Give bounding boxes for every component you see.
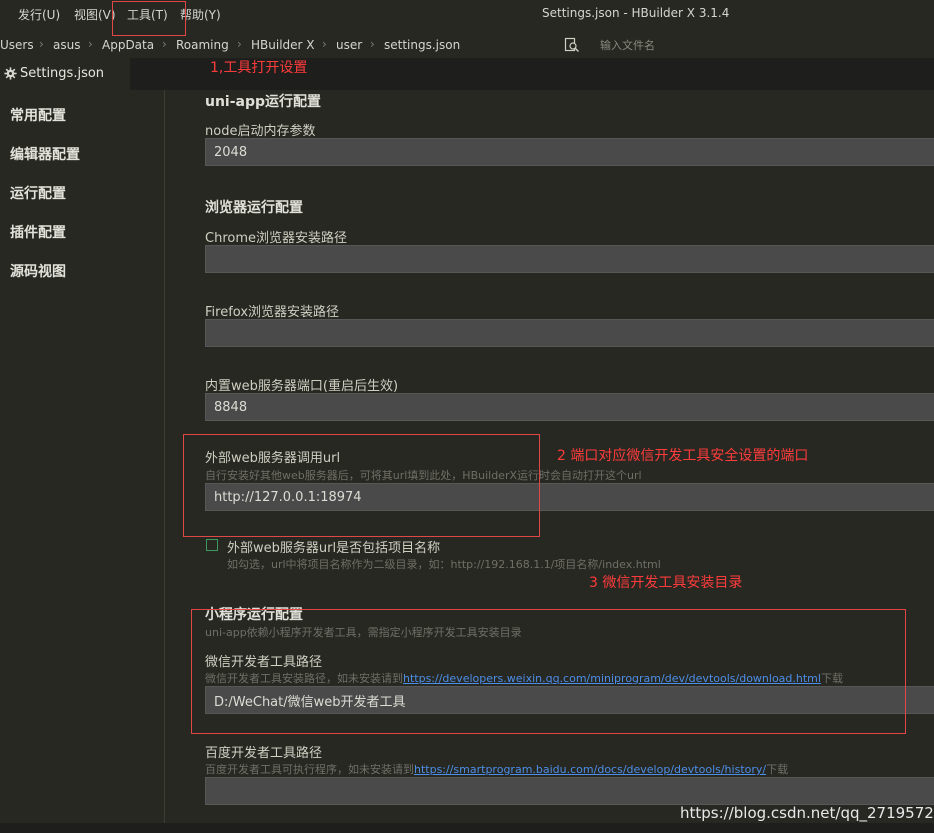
chevron-right-icon: › (39, 37, 44, 51)
baidu-devtools-label: 百度开发者工具路径 (205, 746, 323, 761)
file-search-icon[interactable] (564, 37, 580, 53)
baidu-devtools-desc: 百度开发者工具可执行程序，如未安装请到https://smartprogram.… (205, 761, 788, 777)
baidu-download-link[interactable]: https://smartprogram.baidu.com/docs/deve… (414, 763, 766, 776)
breadcrumb-item[interactable]: settings.json (384, 38, 460, 52)
include-project-name-checkbox[interactable] (206, 539, 218, 551)
chevron-right-icon: › (370, 37, 375, 51)
breadcrumb-item[interactable]: asus (53, 38, 80, 52)
annotation-note-2: 2 端口对应微信开发工具安全设置的端口 (557, 448, 809, 464)
settings-sidebar: 常用配置 编辑器配置 运行配置 插件配置 源码视图 (0, 90, 165, 823)
builtin-port-label: 内置web服务器端口(重启后生效) (205, 379, 399, 394)
include-project-name-label: 外部web服务器url是否包括项目名称 (227, 541, 441, 556)
node-memory-label: node启动内存参数 (205, 124, 316, 139)
menu-publish[interactable]: 发行(U) (18, 6, 60, 23)
section-browser-title: 浏览器运行配置 (205, 200, 303, 216)
breadcrumb-item[interactable]: user (336, 38, 362, 52)
chevron-right-icon: › (237, 37, 242, 51)
status-bar (0, 823, 934, 833)
breadcrumb-item[interactable]: AppData (102, 38, 154, 52)
gear-icon (4, 67, 17, 80)
window-title: Settings.json - HBuilder X 3.1.4 (542, 6, 730, 20)
sidebar-item-source[interactable]: 源码视图 (10, 261, 66, 281)
watermark-text: https://blog.csdn.net/qq_27195727 (680, 804, 934, 822)
annotation-note-3: 3 微信开发工具安装目录 (589, 575, 743, 591)
baidu-desc-text: 百度开发者工具可执行程序，如未安装请到 (205, 763, 414, 776)
menu-view[interactable]: 视图(V) (74, 6, 116, 23)
firefox-path-label: Firefox浏览器安装路径 (205, 305, 340, 320)
tab-label: Settings.json (20, 66, 105, 81)
annotation-note-1: 1,工具打开设置 (210, 60, 308, 76)
breadcrumb-item[interactable]: Roaming (176, 38, 229, 52)
annotation-box-external-url (183, 434, 540, 537)
chevron-right-icon: › (162, 37, 167, 51)
chevron-right-icon: › (88, 37, 93, 51)
sidebar-item-run[interactable]: 运行配置 (10, 183, 66, 203)
tab-settings-json[interactable]: Settings.json (0, 58, 130, 90)
breadcrumb-item[interactable]: Users (0, 38, 34, 52)
baidu-desc-suffix: 下载 (766, 763, 789, 776)
node-memory-input[interactable] (205, 138, 934, 166)
sidebar-item-common[interactable]: 常用配置 (10, 105, 66, 125)
tab-strip: Settings.json (0, 58, 934, 90)
sidebar-item-plugins[interactable]: 插件配置 (10, 222, 66, 242)
annotation-box-wechat-path (191, 609, 906, 734)
chevron-right-icon: › (322, 37, 327, 51)
annotation-box-tools-menu (112, 1, 186, 36)
sidebar-item-editor[interactable]: 编辑器配置 (10, 144, 80, 164)
builtin-port-input[interactable] (205, 393, 934, 421)
breadcrumb-item[interactable]: HBuilder X (251, 38, 315, 52)
baidu-devtools-input[interactable] (205, 777, 934, 805)
section-uniapp-title: uni-app运行配置 (205, 94, 322, 110)
chrome-path-label: Chrome浏览器安装路径 (205, 231, 347, 246)
firefox-path-input[interactable] (205, 319, 934, 347)
file-search-input[interactable] (592, 35, 934, 55)
menu-help[interactable]: 帮助(Y) (180, 6, 221, 23)
chrome-path-input[interactable] (205, 245, 934, 273)
include-project-name-desc: 如勾选，url中将项目名称作为二级目录，如：http://192.168.1.1… (227, 558, 661, 571)
